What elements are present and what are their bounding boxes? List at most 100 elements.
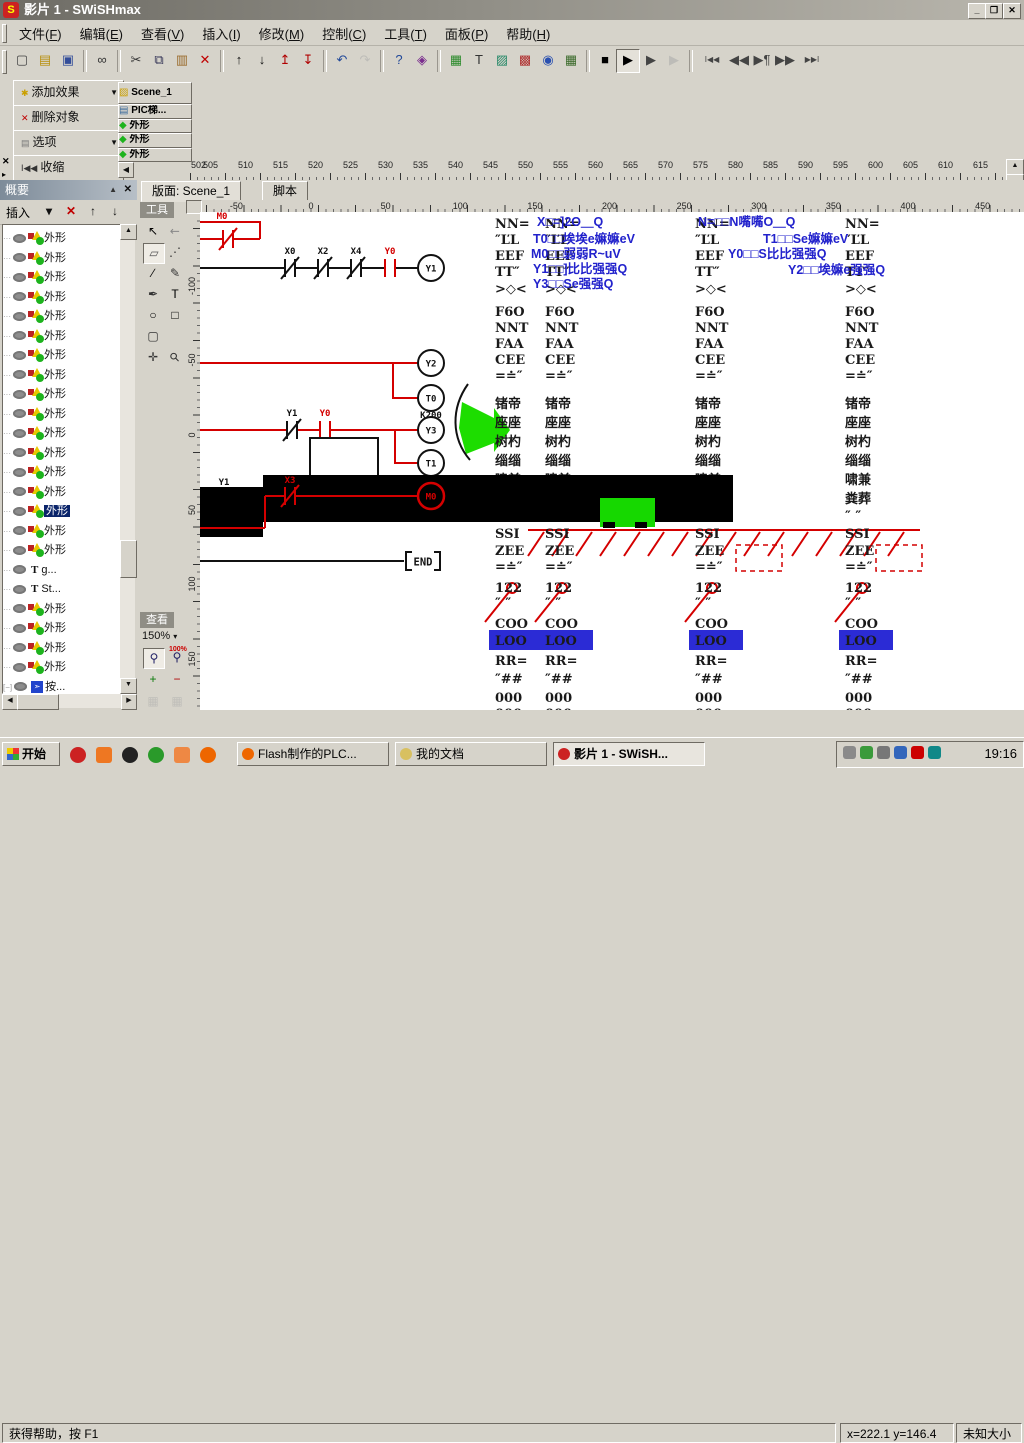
visibility-eye-icon[interactable] xyxy=(13,565,26,574)
restore-button[interactable]: ❐ xyxy=(985,3,1003,19)
menu-item-insert[interactable]: 插入(I) xyxy=(193,20,249,47)
outline-vscroll-down-arrow[interactable]: ▼ xyxy=(120,678,137,694)
timeline-close-icon[interactable]: ✕ xyxy=(2,156,10,167)
visibility-eye-icon[interactable] xyxy=(13,351,26,360)
menu-item-modify[interactable]: 修改(M) xyxy=(250,20,314,47)
menu-item-help[interactable]: 帮助(H) xyxy=(497,20,559,47)
visibility-eye-icon[interactable] xyxy=(13,526,26,535)
visibility-eye-icon[interactable] xyxy=(13,468,26,477)
tray-volume-icon[interactable] xyxy=(877,746,890,759)
task-my-documents[interactable]: 我的文档 xyxy=(395,742,547,766)
outline-move-down-button[interactable]: ↓ xyxy=(106,203,124,221)
task-swish[interactable]: 影片 1 - SWiSH... xyxy=(553,742,705,766)
outline-vscrollbar[interactable]: ▲▼ xyxy=(120,224,135,692)
outline-item-shape[interactable]: ···外形 xyxy=(3,483,122,502)
tool-text[interactable]: T xyxy=(165,285,185,304)
menu-item-tools[interactable]: 工具(T) xyxy=(375,20,436,47)
tray-mouse-icon[interactable] xyxy=(843,746,856,759)
visibility-eye-icon[interactable] xyxy=(13,546,26,555)
tool-rectangle[interactable]: □ xyxy=(165,306,185,325)
step-back-button[interactable]: ◀◀ xyxy=(727,49,751,73)
visibility-eye-icon[interactable] xyxy=(13,448,26,457)
outline-item-shape[interactable]: ···外形 xyxy=(3,424,122,443)
tool-line[interactable]: ∕ xyxy=(143,264,163,283)
toolbar-grip[interactable] xyxy=(2,50,7,74)
tool-autoshape[interactable]: ▢ xyxy=(143,327,163,346)
tool-transform[interactable]: ▱ xyxy=(143,243,165,264)
play-button[interactable]: ▶ xyxy=(616,49,640,73)
outline-item-shape[interactable]: ···外形 xyxy=(3,639,122,658)
outline-item-shape[interactable]: ···外形 xyxy=(3,288,122,307)
white-box-shape[interactable] xyxy=(310,438,378,476)
outline-hscroll-right-arrow[interactable]: ▶ xyxy=(121,694,137,710)
timeline-expand-icon[interactable]: ▸ xyxy=(2,170,6,179)
outline-vscroll-thumb[interactable] xyxy=(120,540,137,578)
layer-row-shape1[interactable]: ◆ 外形 xyxy=(118,119,192,134)
copy-button[interactable]: ⧉ xyxy=(147,49,171,73)
outline-item-shape[interactable]: ···外形 xyxy=(3,229,122,248)
timeline-delete-object-button[interactable]: ✕删除对象 xyxy=(13,105,124,132)
timeline-collapse-button[interactable]: I◀◀收缩 xyxy=(13,155,124,182)
menu-grip[interactable] xyxy=(2,24,7,44)
timeline-options-button[interactable]: ▤选项 ▼ xyxy=(13,130,124,157)
outline-item-shape[interactable]: ···外形 xyxy=(3,385,122,404)
outline-insert-menu-button[interactable]: ▾ xyxy=(40,203,58,221)
visibility-eye-icon[interactable] xyxy=(13,409,26,418)
visibility-eye-icon[interactable] xyxy=(13,507,26,516)
visibility-eye-icon[interactable] xyxy=(13,663,26,672)
outline-item-shape[interactable]: ···外形 xyxy=(3,405,122,424)
view-zoom-out[interactable]: − xyxy=(167,670,187,689)
layer-row-pic[interactable]: ▤ PIC梯... xyxy=(118,104,192,119)
layer-row-shape2[interactable]: ◆ 外形 xyxy=(118,133,192,148)
ql-sogou-icon[interactable] xyxy=(70,747,86,763)
delete-button[interactable]: ✕ xyxy=(193,49,217,73)
start-button[interactable]: 开始 xyxy=(2,742,60,766)
outline-delete-item-button[interactable]: ✕ xyxy=(62,203,80,221)
paste-button[interactable]: ▥ xyxy=(170,49,194,73)
outline-item-text[interactable]: ···TSt... xyxy=(3,580,122,599)
visibility-eye-icon[interactable] xyxy=(13,253,26,262)
outline-item-shape[interactable]: ···外形 xyxy=(3,522,122,541)
outline-item-shape[interactable]: ···外形 xyxy=(3,268,122,287)
outline-close-icon[interactable]: ✕ xyxy=(124,180,132,200)
visibility-eye-icon[interactable] xyxy=(13,390,26,399)
outline-item-shape[interactable]: ···外形 xyxy=(3,463,122,482)
outline-insert-button[interactable]: 插入 xyxy=(6,204,30,221)
outline-item-shape[interactable]: ···外形 xyxy=(3,366,122,385)
outline-item-button[interactable]: [−]➣按... xyxy=(3,678,122,695)
outline-item-shape[interactable]: ···外形 xyxy=(3,541,122,560)
open-button[interactable]: ▤ xyxy=(33,49,57,73)
frame-ruler[interactable]: 5025055105155205255305355405455505555605… xyxy=(190,159,1006,182)
redo-button[interactable]: ↷ xyxy=(353,49,377,73)
outline-item-shape[interactable]: ···外形 xyxy=(3,307,122,326)
ql-qq-icon[interactable] xyxy=(122,747,138,763)
visibility-eye-icon[interactable] xyxy=(13,487,26,496)
outline-item-shape[interactable]: ···外形 xyxy=(3,600,122,619)
view-snap-pixel[interactable]: ▦ xyxy=(167,692,187,711)
outline-move-up-button[interactable]: ↑ xyxy=(84,203,102,221)
timeline-add-effect-button[interactable]: ✱添加效果 ▼ xyxy=(13,80,124,107)
tool-reshape[interactable]: ⋰ xyxy=(165,243,185,262)
layer-row-shape3[interactable]: ◆ 外形 xyxy=(118,148,192,163)
view-snap-grid[interactable]: ▦ xyxy=(143,692,163,711)
outline-item-shape[interactable]: ···外形 xyxy=(3,658,122,677)
outline-item-shape[interactable]: ···外形 xyxy=(3,444,122,463)
visibility-eye-icon[interactable] xyxy=(13,292,26,301)
outline-item-shape[interactable]: ···外形 xyxy=(3,502,122,521)
go-end-button[interactable]: ▶▶I xyxy=(796,49,828,73)
outline-collapse-icon[interactable]: ▲ xyxy=(109,180,117,200)
ql-parrot-icon[interactable] xyxy=(148,747,164,763)
black-beam[interactable] xyxy=(263,475,733,522)
timeline-vscroll-up-arrow[interactable]: ▲ xyxy=(1006,159,1024,175)
bring-front-button[interactable]: ↥ xyxy=(273,49,297,73)
ql-orange-box-icon[interactable] xyxy=(174,747,190,763)
task-flash-plc[interactable]: Flash制作的PLC... xyxy=(237,742,389,766)
view-zoom-tool[interactable]: ⚲ xyxy=(143,648,165,669)
timeline-left-scroll-arrow[interactable]: ◀ xyxy=(118,162,134,178)
tool-pencil[interactable]: ✎ xyxy=(165,264,185,283)
tool-ellipse[interactable]: ○ xyxy=(143,306,163,325)
insert-image-button[interactable]: ▨ xyxy=(490,49,514,73)
outline-tree[interactable]: ···外形···外形···外形···外形···外形···外形···外形···外形… xyxy=(2,224,122,694)
go-start-button[interactable]: I◀◀ xyxy=(696,49,728,73)
raise-button[interactable]: ↑ xyxy=(227,49,251,73)
